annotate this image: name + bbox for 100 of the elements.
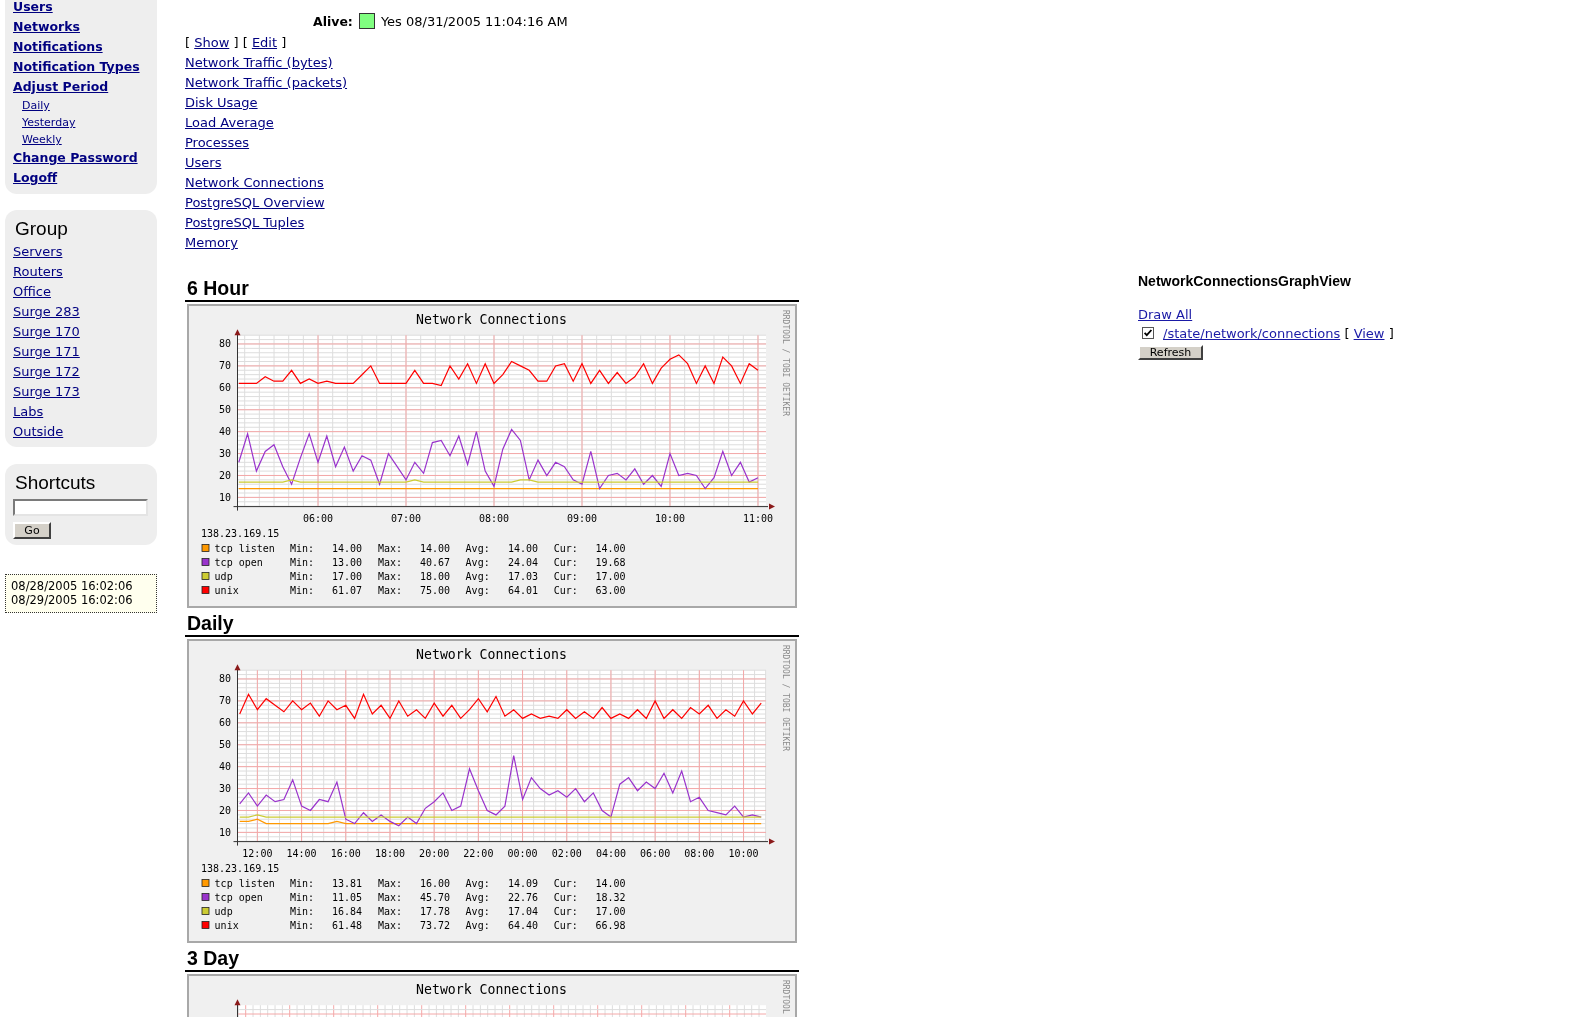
nav-link[interactable]: Change Password: [13, 148, 138, 168]
x-tick-label: 08:00: [478, 513, 510, 524]
x-tick-label: 10:00: [654, 513, 686, 524]
draw-all-link[interactable]: Draw All: [1138, 307, 1193, 323]
legend-stat-value: 45.70: [419, 892, 450, 903]
x-tick-label: 10:00: [728, 848, 759, 859]
group-link[interactable]: Routers: [13, 262, 63, 282]
group-link[interactable]: Surge 283: [13, 302, 80, 322]
legend-stat-value: 40.67: [419, 557, 450, 568]
x-tick-label: 12:00: [242, 848, 273, 859]
graph-link[interactable]: Processes: [185, 133, 250, 153]
y-tick-label: 70: [218, 695, 231, 707]
legend-stat-label: Cur:: [553, 878, 578, 889]
panel-title: Shortcuts: [15, 472, 96, 494]
legend-stat-value: 14.00: [595, 878, 626, 889]
group-link[interactable]: Servers: [13, 242, 63, 262]
nav-link[interactable]: Adjust Period: [13, 77, 109, 97]
x-tick-label: 04:00: [595, 848, 626, 859]
graph-link[interactable]: PostgreSQL Tuples: [185, 213, 305, 233]
graph-link[interactable]: Load Average: [185, 113, 274, 133]
legend-stat-label: Cur:: [553, 571, 578, 582]
legend-stat-label: Avg:: [465, 543, 490, 554]
legend-stat-label: Avg:: [465, 557, 490, 568]
chart-title: Network Connections: [416, 981, 567, 997]
legend-stat-value: 17.04: [507, 906, 538, 917]
legend-stat-label: Avg:: [465, 906, 490, 917]
nav-link[interactable]: Notification Types: [13, 57, 140, 77]
graph-link[interactable]: PostgreSQL Overview: [185, 193, 325, 213]
y-tick-label: 80: [218, 338, 231, 350]
nav-link[interactable]: Logoff: [13, 168, 58, 188]
legend-stat-label: Max:: [378, 906, 403, 917]
chart-title: Network Connections: [416, 646, 567, 662]
x-tick-label: 14:00: [286, 848, 317, 859]
x-tick-label: 22:00: [463, 848, 494, 859]
legend-series-name: unix: [214, 585, 239, 596]
x-tick-label: 11:00: [742, 513, 774, 524]
graph-link[interactable]: Disk Usage: [185, 93, 258, 113]
nav-link[interactable]: Notifications: [13, 37, 103, 57]
graph-link[interactable]: Network Traffic (bytes): [185, 53, 333, 73]
legend-series-name: tcp listen: [214, 543, 275, 554]
y-tick-label: 40: [218, 426, 231, 438]
period-link[interactable]: Yesterday: [22, 114, 76, 131]
legend-stat-label: Min:: [290, 920, 315, 931]
bracket-text: [: [242, 35, 248, 50]
legend-stat-label: Min:: [290, 571, 315, 582]
chart-credit-text: RRDTOOL: [780, 980, 790, 1014]
group-link[interactable]: Surge 170: [13, 322, 80, 342]
legend-stat-value: 24.04: [507, 557, 538, 568]
legend-stat-label: Min:: [290, 906, 315, 917]
x-tick-label: 18:00: [374, 848, 406, 859]
field-value: Yes 08/31/2005 11:04:16 AM: [380, 13, 568, 29]
legend-stat-label: Max:: [378, 543, 403, 554]
graph-link[interactable]: Users: [185, 153, 222, 173]
bracket-text: [: [1344, 325, 1350, 341]
chart-title: Network Connections: [416, 311, 567, 327]
group-link[interactable]: Surge 173: [13, 382, 80, 402]
graph-link[interactable]: Network Connections: [185, 173, 324, 193]
go-button[interactable]: Go: [13, 522, 51, 539]
legend-stat-label: Max:: [378, 571, 403, 582]
period-link[interactable]: Weekly: [22, 131, 62, 148]
x-tick-label: 20:00: [419, 848, 450, 859]
panel-title: Group: [15, 218, 68, 240]
legend-stat-label: Cur:: [553, 892, 578, 903]
legend-stat-value: 16.00: [419, 878, 450, 889]
legend-stat-value: 14.09: [507, 878, 538, 889]
group-link[interactable]: Office: [13, 282, 51, 302]
link[interactable]: Edit: [251, 35, 278, 50]
period-link[interactable]: Daily: [22, 97, 50, 114]
legend-host-label: 138.23.169.15: [201, 528, 280, 539]
link[interactable]: View: [1353, 325, 1385, 341]
legend-stat-label: Cur:: [553, 557, 578, 568]
legend-stat-label: Min:: [290, 557, 315, 568]
legend-series-name: udp: [214, 571, 233, 582]
legend-stat-value: 17.78: [419, 906, 450, 917]
field-label: Alive:: [313, 13, 353, 29]
nav-link[interactable]: Users: [13, 0, 53, 17]
group-link[interactable]: Surge 171: [13, 342, 80, 362]
graph-link[interactable]: Memory: [185, 233, 238, 253]
group-link[interactable]: Outside: [13, 422, 64, 442]
y-tick-label: 30: [218, 448, 231, 460]
y-tick-label: 60: [218, 717, 231, 729]
legend-series-name: tcp listen: [214, 878, 275, 889]
legend-stat-label: Max:: [378, 557, 403, 568]
shortcut-input[interactable]: [13, 499, 148, 516]
link[interactable]: Show: [194, 35, 230, 50]
legend-stat-label: Avg:: [465, 571, 490, 582]
legend-stat-value: 64.40: [507, 920, 538, 931]
legend-stat-label: Max:: [378, 920, 403, 931]
graph-link[interactable]: Network Traffic (packets): [185, 73, 348, 93]
chart-credit-text: RRDTOOL / TOBI OETIKER: [780, 645, 790, 751]
refresh-button[interactable]: Refresh: [1138, 345, 1203, 360]
legend-stat-value: 19.68: [595, 557, 626, 568]
x-tick-label: 06:00: [302, 513, 334, 524]
group-link[interactable]: Labs: [13, 402, 44, 422]
checkbox[interactable]: [1142, 327, 1154, 339]
bracket-text: ]: [281, 35, 287, 50]
y-tick-label: 80: [218, 673, 231, 685]
source-link[interactable]: /state/network/connections: [1163, 325, 1341, 341]
nav-link[interactable]: Networks: [13, 17, 80, 37]
group-link[interactable]: Surge 172: [13, 362, 80, 382]
